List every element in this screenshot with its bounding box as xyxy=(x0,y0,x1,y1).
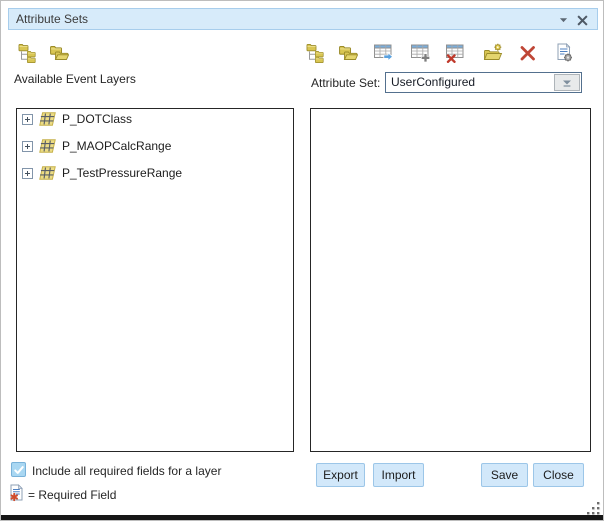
attribute-sets-dialog: Attribute Sets Available Event Layers At… xyxy=(0,0,604,521)
required-field-icon xyxy=(10,484,24,502)
new-folder-gear-icon[interactable] xyxy=(483,43,503,63)
tree-item-p-testpressurerange[interactable]: P_TestPressureRange xyxy=(22,164,182,182)
resize-grip[interactable] xyxy=(585,502,601,516)
window-bottom-edge xyxy=(1,515,603,520)
event-layer-icon xyxy=(39,139,56,153)
event-layer-icon xyxy=(39,166,56,180)
close-icon[interactable] xyxy=(573,9,591,31)
attribute-set-fields-list[interactable] xyxy=(310,108,591,452)
tree-item-label: P_TestPressureRange xyxy=(62,166,182,180)
export-button[interactable]: Export xyxy=(316,463,365,487)
dropdown-arrow-button[interactable] xyxy=(554,74,580,91)
import-button[interactable]: Import xyxy=(373,463,424,487)
required-field-legend: = Required Field xyxy=(28,488,116,502)
include-required-fields-checkbox[interactable] xyxy=(11,462,26,477)
report-settings-icon[interactable] xyxy=(554,43,574,63)
delete-x-icon[interactable] xyxy=(518,43,538,63)
chevron-down-icon xyxy=(562,79,572,87)
attribute-set-label: Attribute Set: xyxy=(311,76,380,90)
close-button[interactable]: Close xyxy=(533,463,584,487)
event-layer-icon xyxy=(39,112,56,126)
save-button[interactable]: Save xyxy=(481,463,528,487)
available-event-layers-list[interactable]: P_DOTClass P_MAOPCalcRange P_TestPressur… xyxy=(16,108,294,452)
layers-tree-icon[interactable] xyxy=(18,43,38,63)
attribute-set-selected-value: UserConfigured xyxy=(391,75,475,89)
expand-plus-icon[interactable] xyxy=(22,114,33,125)
folders-icon[interactable] xyxy=(338,43,358,63)
table-export-icon[interactable] xyxy=(374,43,394,63)
available-event-layers-label: Available Event Layers xyxy=(14,72,136,86)
table-delete-icon[interactable] xyxy=(446,43,466,63)
dialog-title: Attribute Sets xyxy=(9,12,88,26)
include-required-fields-label: Include all required fields for a layer xyxy=(32,464,221,478)
expand-plus-icon[interactable] xyxy=(22,141,33,152)
folders-icon[interactable] xyxy=(49,43,69,63)
title-bar: Attribute Sets xyxy=(8,8,598,30)
layers-tree-icon[interactable] xyxy=(306,43,326,63)
collapse-caret-icon[interactable] xyxy=(555,9,571,31)
expand-plus-icon[interactable] xyxy=(22,168,33,179)
attribute-set-dropdown[interactable]: UserConfigured xyxy=(385,72,582,93)
tree-item-p-dotclass[interactable]: P_DOTClass xyxy=(22,110,132,128)
table-add-icon[interactable] xyxy=(411,43,431,63)
tree-item-p-maopcalcrange[interactable]: P_MAOPCalcRange xyxy=(22,137,171,155)
checkmark-icon xyxy=(13,465,25,475)
tree-item-label: P_DOTClass xyxy=(62,112,132,126)
tree-item-label: P_MAOPCalcRange xyxy=(62,139,171,153)
